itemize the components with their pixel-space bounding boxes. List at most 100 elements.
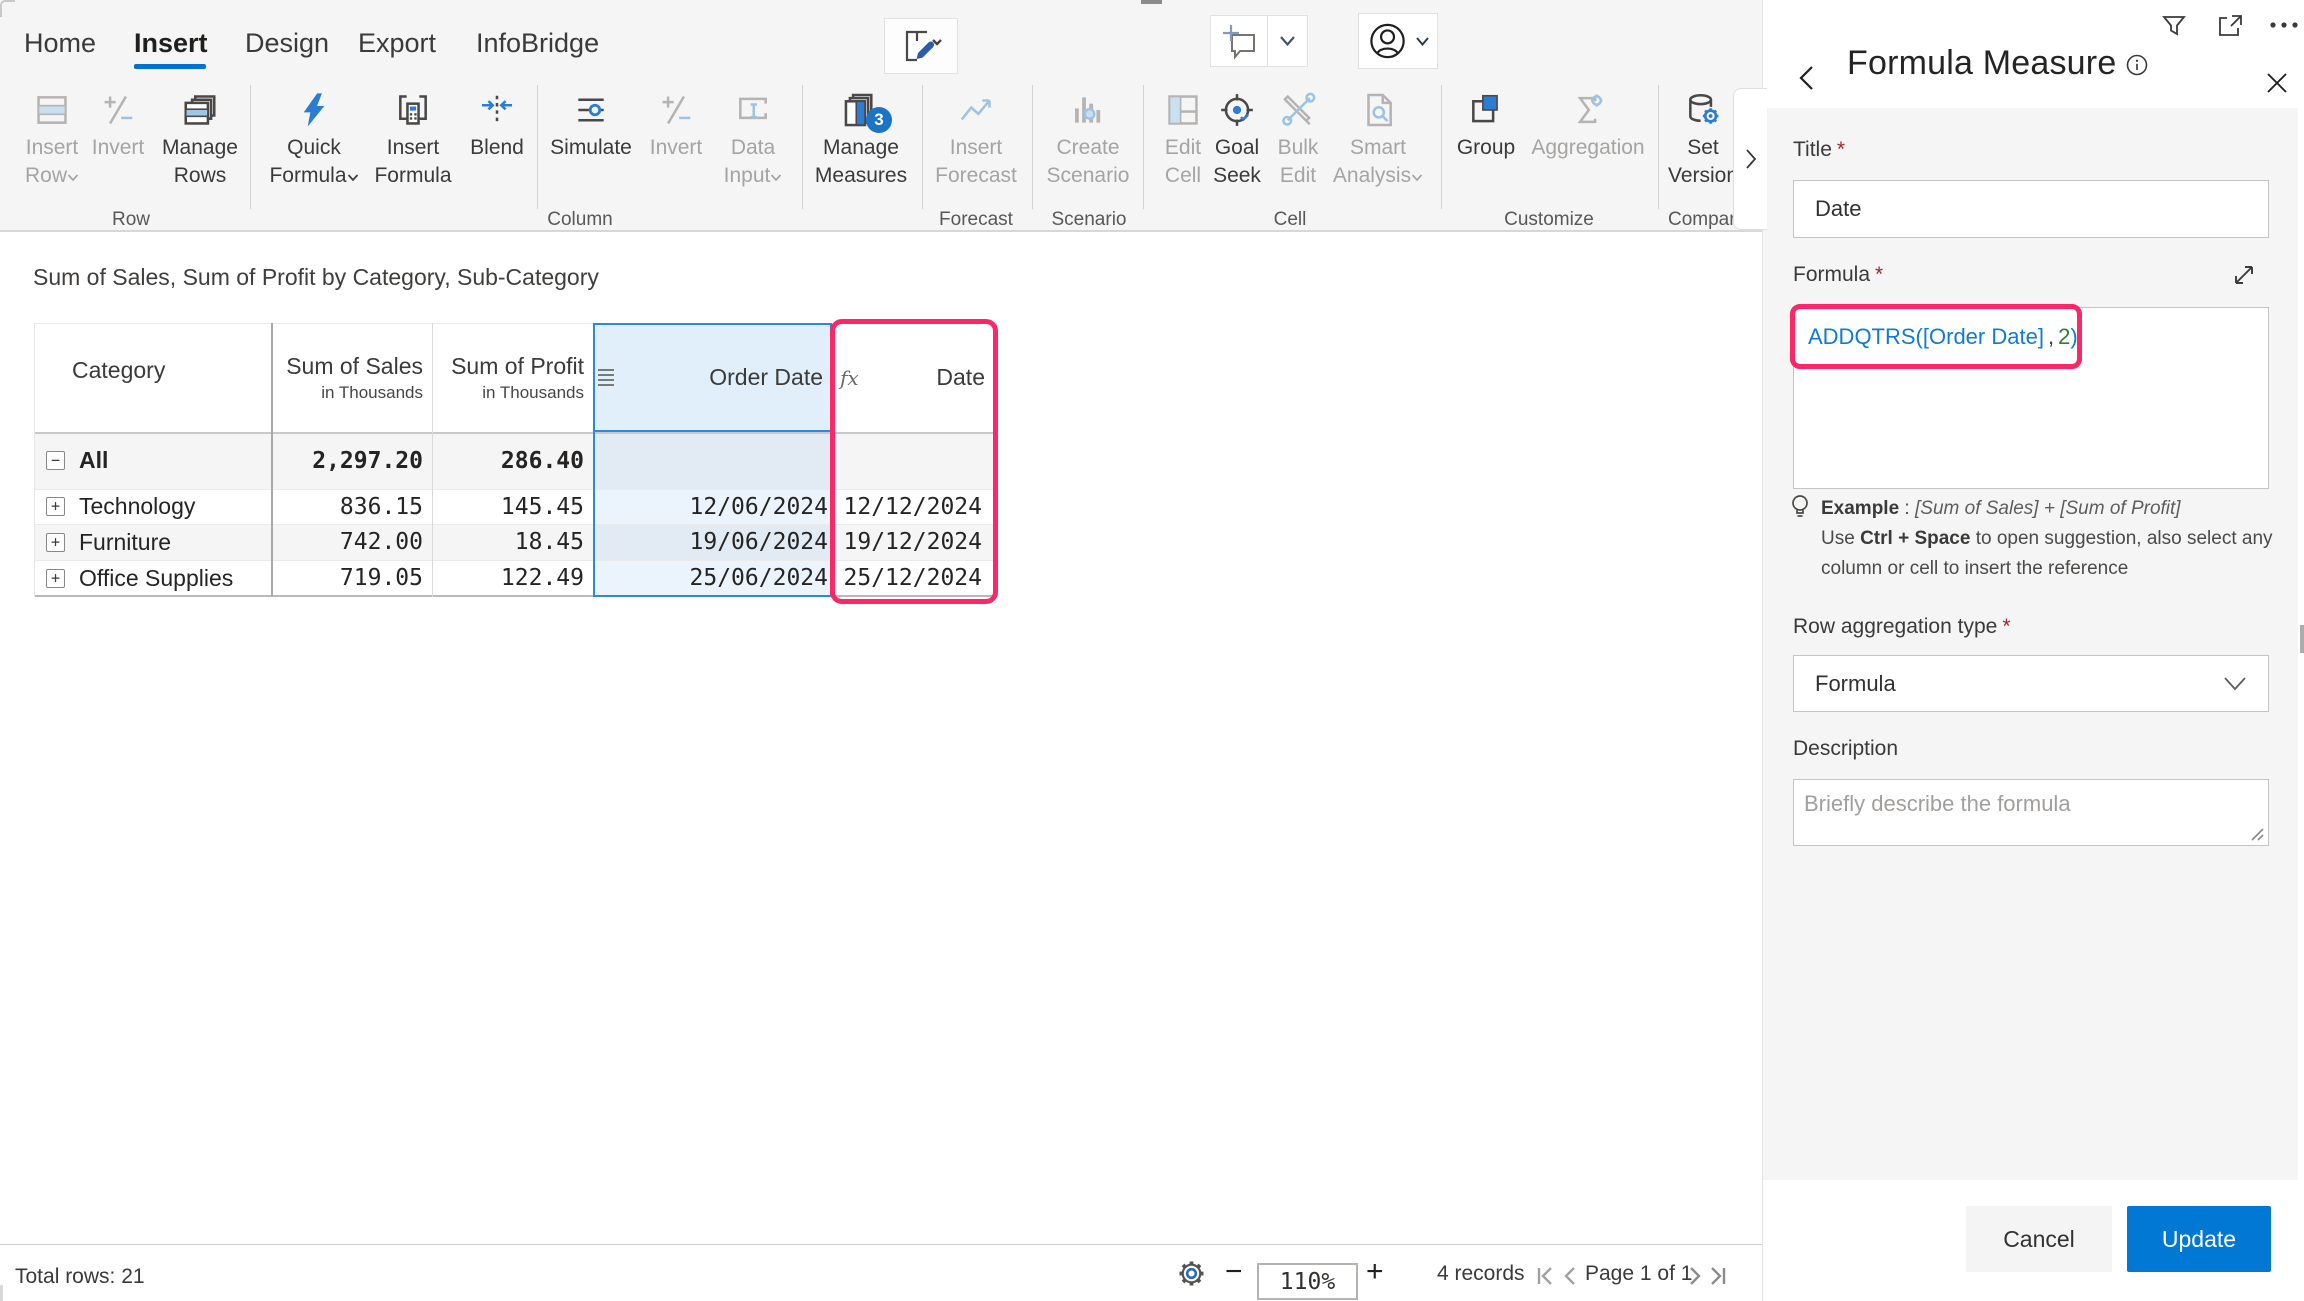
ribbon-button-data-input[interactable]: Data Input (712, 86, 794, 212)
ribbon-button-simulate[interactable]: Simulate (544, 86, 638, 212)
formula-measure-panel: Formula Measure Title * Date Formula * ADD… (1762, 0, 2304, 1301)
aggregation-dropdown[interactable]: Formula (1793, 655, 2269, 712)
update-button[interactable]: Update (2127, 1206, 2271, 1272)
edit-mode-button[interactable] (884, 18, 958, 74)
chevron-down-icon (1280, 36, 1295, 47)
ribbon-tab-insert[interactable]: Insert (134, 28, 208, 59)
pen-icon (916, 41, 935, 59)
more-options-icon[interactable] (2269, 20, 2299, 30)
smart-analysis-icon (1327, 86, 1429, 134)
column-header-sales[interactable]: Sum of Sales in Thousands (272, 323, 423, 432)
ribbon-group-separator (922, 85, 923, 209)
comment-button[interactable] (1210, 15, 1268, 67)
ribbon-button-aggregation[interactable]: Aggregation (1531, 86, 1645, 212)
settings-gear-icon[interactable] (1176, 1258, 1207, 1294)
simulate-icon (544, 86, 638, 134)
ribbon-button-insert-row[interactable]: Insert Row (19, 86, 85, 212)
ribbon-button-manage-measures[interactable]: Manage Measures 3 (812, 86, 910, 212)
zoom-level-input[interactable]: 110% (1257, 1263, 1358, 1300)
ribbon-button-manage-rows[interactable]: Manage Rows (159, 86, 241, 212)
aggregation-label: Row aggregation type * (1793, 615, 2011, 638)
info-icon[interactable] (2125, 53, 2149, 77)
group-icon (1453, 86, 1519, 134)
zoom-in-button[interactable]: + (1366, 1255, 1384, 1289)
expand-icon[interactable]: + (46, 497, 65, 516)
ribbon-button-invert-columns[interactable]: Invert (646, 86, 706, 212)
ribbon-button-group[interactable]: Group (1453, 86, 1519, 212)
profit-cell: 286.40 (500, 447, 584, 474)
sales-cell: 742.00 (339, 529, 423, 555)
first-page-icon[interactable] (1535, 1265, 1557, 1287)
ribbon-tab-export[interactable]: Export (358, 28, 436, 59)
sales-cell: 719.05 (339, 565, 423, 591)
expand-formula-icon[interactable] (2231, 262, 2257, 288)
collapse-icon[interactable]: − (46, 451, 65, 470)
back-icon[interactable] (1797, 64, 1815, 92)
column-header-profit[interactable]: Sum of Profit in Thousands (432, 323, 584, 432)
add-comment-icon (1223, 25, 1255, 60)
comment-dropdown-button[interactable] (1267, 15, 1308, 67)
expand-icon[interactable]: + (46, 532, 65, 552)
table-caption: Sum of Sales, Sum of Profit by Category,… (33, 264, 599, 290)
ribbon-group-separator (802, 85, 803, 209)
ribbon-button-blend[interactable]: Blend (465, 86, 529, 212)
cancel-button[interactable]: Cancel (1966, 1206, 2112, 1272)
description-textarea[interactable]: Briefly describe the formula (1793, 779, 2269, 846)
ribbon-group-separator (1441, 85, 1442, 209)
goal-seek-icon (1209, 86, 1265, 134)
account-button[interactable] (1358, 13, 1438, 69)
zoom-out-button[interactable]: − (1225, 1255, 1243, 1289)
category-cell: + Technology (46, 489, 266, 524)
lightbulb-icon (1792, 495, 1808, 517)
ribbon-button-quick-formula[interactable]: Quick Formula (264, 86, 364, 212)
ribbon-tab-home[interactable]: Home (24, 28, 96, 59)
page-indicator: Page 1 of 1 (1585, 1262, 1693, 1285)
quick-formula-icon (264, 86, 364, 134)
active-tab-underline (134, 64, 206, 69)
user-icon (1369, 23, 1405, 59)
sales-cell: 2,297.20 (312, 447, 423, 474)
filter-icon[interactable] (2161, 13, 2187, 39)
formula-example: Example : [Sum of Sales] + [Sum of Profi… (1821, 498, 2273, 579)
panel-collapse-tab[interactable] (1733, 88, 1767, 230)
ribbon-tab-design[interactable]: Design (245, 28, 329, 59)
panel-header: Formula Measure (1763, 0, 2304, 108)
ribbon-button-invert-rows[interactable]: Invert (88, 86, 148, 212)
edit-cell-icon (1157, 86, 1209, 134)
ribbon-button-bulk-edit[interactable]: Bulk Edit (1272, 86, 1324, 212)
prev-page-icon[interactable] (1561, 1265, 1577, 1287)
next-page-icon[interactable] (1688, 1265, 1704, 1287)
annotation-highlight-formula (1790, 304, 2082, 369)
ribbon-tab-infobridge[interactable]: InfoBridge (476, 28, 599, 59)
title-input[interactable]: Date (1793, 180, 2269, 238)
expand-icon[interactable]: + (46, 568, 65, 588)
ribbon-button-create-scenario[interactable]: Create Scenario (1043, 86, 1133, 212)
ribbon-button-smart-analysis[interactable]: Smart Analysis (1327, 86, 1429, 212)
description-label: Description (1793, 737, 1899, 760)
ribbon-group-label-row: Row (111, 209, 151, 230)
ribbon-button-insert-forecast[interactable]: Insert Forecast (932, 86, 1020, 212)
popout-icon[interactable] (2217, 13, 2244, 39)
ribbon-button-goal-seek[interactable]: Goal Seek (1209, 86, 1265, 212)
profit-cell: 122.49 (500, 565, 584, 591)
annotation-highlight-date-column (830, 319, 998, 604)
ribbon-button-edit-cell[interactable]: Edit Cell (1157, 86, 1209, 212)
column-header-category[interactable]: Category (72, 323, 262, 418)
ribbon-group-separator (537, 85, 538, 209)
ribbon-group-label-column: Column (547, 209, 613, 230)
ribbon-button-set-version[interactable]: Set Version (1664, 86, 1742, 212)
panel-scrollbar[interactable] (2300, 625, 2304, 653)
manage-measures-icon (812, 86, 910, 134)
chevron-right-icon (1745, 149, 1756, 169)
chevron-down-icon (1415, 36, 1429, 46)
ribbon-button-insert-formula[interactable]: Insert Formula (369, 86, 457, 212)
last-page-icon[interactable] (1706, 1265, 1728, 1287)
profit-cell: 145.45 (500, 493, 584, 520)
close-icon[interactable] (2265, 71, 2289, 95)
ribbon-group-separator (1032, 85, 1033, 209)
title-label: Title * (1793, 138, 1846, 161)
resize-grip-icon (2251, 828, 2264, 841)
formula-label: Formula * (1793, 263, 1884, 286)
panel-title: Formula Measure (1847, 44, 2117, 82)
sales-cell: 836.15 (339, 493, 423, 520)
